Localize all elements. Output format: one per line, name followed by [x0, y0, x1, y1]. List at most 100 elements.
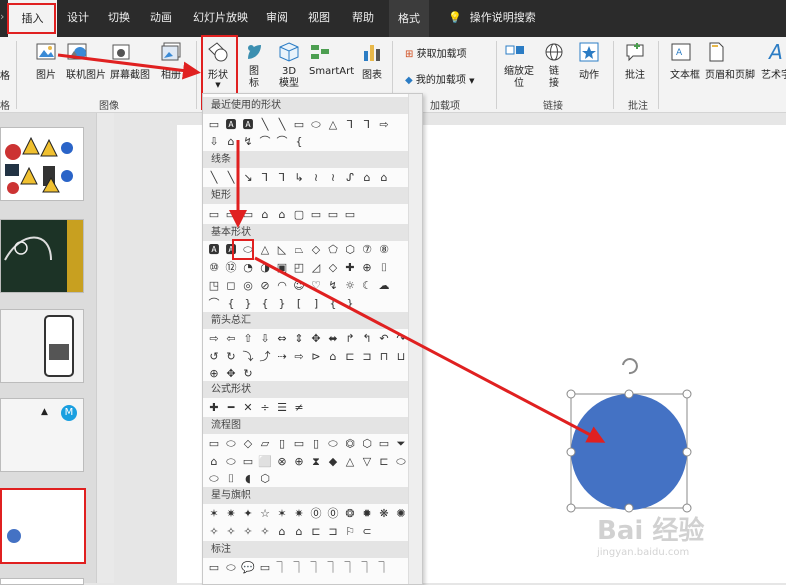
shape-gallery-item[interactable]: ⇢	[274, 349, 290, 365]
shape-gallery-item[interactable]: ▭	[308, 207, 324, 223]
shape-gallery-item[interactable]: ⑩	[206, 260, 222, 276]
shape-gallery-item[interactable]: ✥	[223, 366, 239, 382]
slide-thumbnail-4[interactable]: ▲ M	[0, 398, 84, 472]
shape-gallery-item[interactable]: ▭	[206, 436, 222, 452]
tell-me-search[interactable]: 💡 操作说明搜索	[448, 9, 536, 25]
shape-gallery-item[interactable]: ⌂	[257, 207, 273, 223]
shape-gallery-item[interactable]: ⊳	[308, 349, 324, 365]
shape-gallery-item[interactable]: ▭	[206, 117, 222, 133]
thumbnail-scrollbar[interactable]	[96, 113, 114, 583]
shape-gallery-item[interactable]: ⌂	[206, 454, 222, 470]
link-button[interactable]: 链 接	[543, 41, 565, 90]
shape-gallery-item[interactable]: {	[257, 296, 273, 312]
shape-gallery-item[interactable]: ◿	[308, 260, 324, 276]
shape-gallery-item[interactable]: ◎	[240, 278, 256, 294]
shape-gallery-item[interactable]: ⇩	[206, 134, 222, 150]
shape-gallery-item[interactable]: ⧗	[308, 454, 324, 470]
table-button[interactable]: 格	[0, 67, 10, 82]
shape-gallery-item[interactable]: ⏢	[291, 242, 307, 258]
shape-gallery-item[interactable]: ⌂	[291, 524, 307, 540]
shape-gallery-item[interactable]: ◑	[257, 260, 273, 276]
shape-gallery-item[interactable]: ⊏	[342, 349, 358, 365]
shape-gallery-item[interactable]: ✧	[206, 524, 222, 540]
shape-gallery-item[interactable]: ↯	[325, 278, 341, 294]
shape-gallery-item[interactable]: ✥	[308, 331, 324, 347]
shape-gallery-item[interactable]: ☰	[274, 400, 290, 416]
shape-gallery-item[interactable]: ⅂	[257, 170, 273, 186]
shape-gallery-item[interactable]: ⊗	[274, 454, 290, 470]
shape-gallery-item[interactable]: ⇕	[291, 331, 307, 347]
shape-gallery-item[interactable]: ⬭	[206, 471, 222, 487]
shape-gallery-item[interactable]: ⇩	[257, 331, 273, 347]
tab-view[interactable]: 视图	[308, 9, 330, 25]
shape-gallery-item[interactable]: ◇	[325, 260, 341, 276]
shape-gallery-item[interactable]: ✚	[342, 260, 358, 276]
shape-gallery-item[interactable]: 🅰	[240, 117, 256, 133]
shape-gallery-item[interactable]: ⑫	[223, 260, 239, 276]
shape-gallery-item[interactable]: ÷	[257, 400, 273, 416]
shape-gallery-item[interactable]: ≀	[325, 170, 341, 186]
shape-gallery-item[interactable]: ━	[223, 400, 239, 416]
shape-gallery-item[interactable]: ◇	[308, 242, 324, 258]
shape-gallery-item[interactable]: ✷	[291, 506, 307, 522]
shape-gallery-item[interactable]: ⏋	[274, 560, 290, 576]
shape-gallery-item[interactable]: ✕	[240, 400, 256, 416]
shape-gallery-item[interactable]: ▭	[291, 436, 307, 452]
shape-gallery-item[interactable]: ⑦	[359, 242, 375, 258]
tab-slideshow[interactable]: 幻灯片放映	[193, 9, 248, 25]
tab-help[interactable]: 帮助	[352, 9, 374, 25]
slide-thumbnail-5-active[interactable]	[0, 488, 86, 564]
shape-gallery-item[interactable]: ⌂	[223, 134, 239, 150]
shape-gallery-item[interactable]: ◰	[291, 260, 307, 276]
slide-thumbnail-3[interactable]	[0, 309, 84, 383]
shape-gallery-item[interactable]: ▽	[359, 454, 375, 470]
slide-thumbnail-1[interactable]	[0, 127, 84, 201]
shape-gallery-item[interactable]: ⇧	[240, 331, 256, 347]
shape-gallery-item[interactable]: ⌒	[206, 296, 222, 312]
shape-gallery-item[interactable]: ↷	[393, 331, 409, 347]
picture-button[interactable]: 图片	[35, 41, 57, 81]
shape-gallery-item[interactable]: }	[274, 296, 290, 312]
shape-gallery-item[interactable]: ⌷	[223, 471, 239, 487]
shape-gallery-item[interactable]: ⏣	[342, 436, 358, 452]
shape-gallery-item[interactable]: ⊏	[376, 454, 392, 470]
shape-gallery-item[interactable]: ◳	[206, 278, 222, 294]
shape-gallery-item[interactable]: }	[240, 296, 256, 312]
shape-gallery-item[interactable]: ≠	[291, 400, 307, 416]
header-footer-button[interactable]: 页眉和页脚	[705, 41, 755, 81]
shape-gallery-item[interactable]: △	[342, 454, 358, 470]
shape-gallery-item[interactable]: ⌒	[274, 134, 290, 150]
shape-gallery-item[interactable]: ✧	[223, 524, 239, 540]
shape-gallery-item[interactable]: ⊏	[308, 524, 324, 540]
3d-model-button[interactable]: 3D 模型	[278, 41, 300, 90]
shape-gallery-item[interactable]: 🅰	[206, 242, 222, 258]
shape-gallery-item[interactable]: ↳	[291, 170, 307, 186]
shape-gallery-item[interactable]: ⊂	[359, 524, 375, 540]
shape-gallery-item[interactable]: ↘	[240, 170, 256, 186]
shape-gallery-item[interactable]: ⊔	[393, 349, 409, 365]
tab-review[interactable]: 审阅	[266, 9, 288, 25]
action-button[interactable]: 动作	[578, 41, 600, 81]
shape-gallery-item[interactable]: ⬭	[325, 436, 341, 452]
shape-gallery-item[interactable]: ⬡	[342, 242, 358, 258]
shape-gallery-item[interactable]: ⅂	[274, 170, 290, 186]
tab-overflow[interactable]: ›	[0, 10, 4, 23]
shape-gallery-item[interactable]: ⬜	[257, 454, 273, 470]
zoom-button[interactable]: 缩放定 位	[504, 41, 534, 90]
shape-gallery-item[interactable]: ⇨	[206, 331, 222, 347]
shape-gallery-item[interactable]: ⚐	[342, 524, 358, 540]
shape-gallery-item[interactable]: ▱	[257, 436, 273, 452]
shape-gallery-item[interactable]: ▭	[325, 207, 341, 223]
shape-gallery-item[interactable]: ⏷	[393, 436, 409, 452]
shape-gallery-item[interactable]: {	[291, 134, 307, 150]
shape-gallery-item[interactable]: ▭	[240, 207, 256, 223]
shape-gallery-item[interactable]: ▭	[206, 207, 222, 223]
shape-gallery-item[interactable]: ◻	[223, 278, 239, 294]
tab-animations[interactable]: 动画	[150, 9, 172, 25]
shape-gallery-item[interactable]: ↶	[376, 331, 392, 347]
shape-gallery-item[interactable]: ⌒	[257, 134, 273, 150]
shape-gallery-item[interactable]: ▭	[342, 207, 358, 223]
shape-gallery-item[interactable]: ☾	[359, 278, 375, 294]
shape-gallery-item[interactable]: ❋	[376, 506, 392, 522]
shape-gallery-item[interactable]: ☆	[257, 506, 273, 522]
